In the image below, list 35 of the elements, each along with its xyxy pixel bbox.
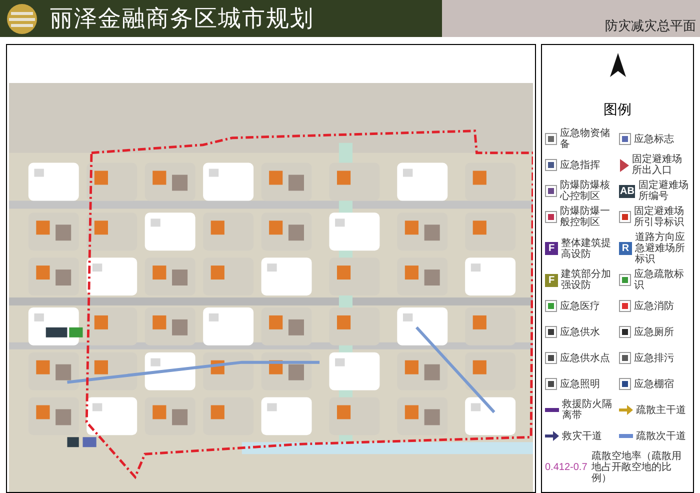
legend-label: 应急供水点 bbox=[560, 352, 610, 364]
north-arrow-icon bbox=[608, 53, 626, 79]
legend-label: 固定避难场所出入口 bbox=[632, 154, 683, 176]
legend-label: 建筑部分加强设防 bbox=[561, 269, 612, 291]
legend-label: 疏散主干道 bbox=[636, 404, 686, 416]
legend-label: 应急排污 bbox=[634, 352, 674, 364]
legend-label: 应急棚宿 bbox=[634, 378, 674, 390]
legend-label: 疏散空地率（疏散用地占开敞空地的比例） bbox=[591, 451, 682, 484]
legend-label: 疏散次干道 bbox=[636, 430, 686, 442]
legend-label: 应急厕所 bbox=[634, 326, 674, 338]
legend-label: 应急标志 bbox=[634, 134, 674, 144]
legend-label: 应急消防 bbox=[634, 300, 674, 312]
legend-label: 应急物资储备 bbox=[560, 128, 611, 150]
legend-label: 救灾干道 bbox=[562, 430, 602, 442]
legend-title: 图例 bbox=[604, 100, 632, 119]
legend-symbol: AB bbox=[619, 184, 636, 198]
legend-label: 防爆防爆核心控制区 bbox=[560, 180, 611, 202]
legend-label: 固定避难场所引导标识 bbox=[634, 206, 685, 228]
legend-symbol: F bbox=[545, 274, 558, 286]
legend-label: 救援防火隔离带 bbox=[562, 399, 613, 421]
legend-label: 应急照明 bbox=[560, 378, 600, 390]
legend-label: 道路方向应急避难场所标识 bbox=[635, 232, 686, 265]
legend-label: 应急疏散标识 bbox=[634, 269, 685, 291]
ratio-value: 0.412-0.7 bbox=[545, 461, 588, 475]
legend-label: 整体建筑提高设防 bbox=[561, 238, 612, 260]
legend-label: 应急供水 bbox=[560, 326, 600, 338]
logo-icon bbox=[6, 2, 38, 34]
legend-label: 应急指挥 bbox=[560, 160, 600, 170]
page-subtitle: 防灾减灾总平面 bbox=[605, 16, 696, 34]
legend-label: 应急医疗 bbox=[560, 300, 600, 312]
legend-symbol: R bbox=[619, 242, 632, 255]
page-title: 丽泽金融商务区城市规划 bbox=[50, 4, 314, 34]
legend-symbol: F bbox=[545, 242, 558, 255]
legend-label: 防爆防爆一般控制区 bbox=[560, 206, 611, 228]
legend-label: 固定避难场所编号 bbox=[638, 180, 690, 202]
